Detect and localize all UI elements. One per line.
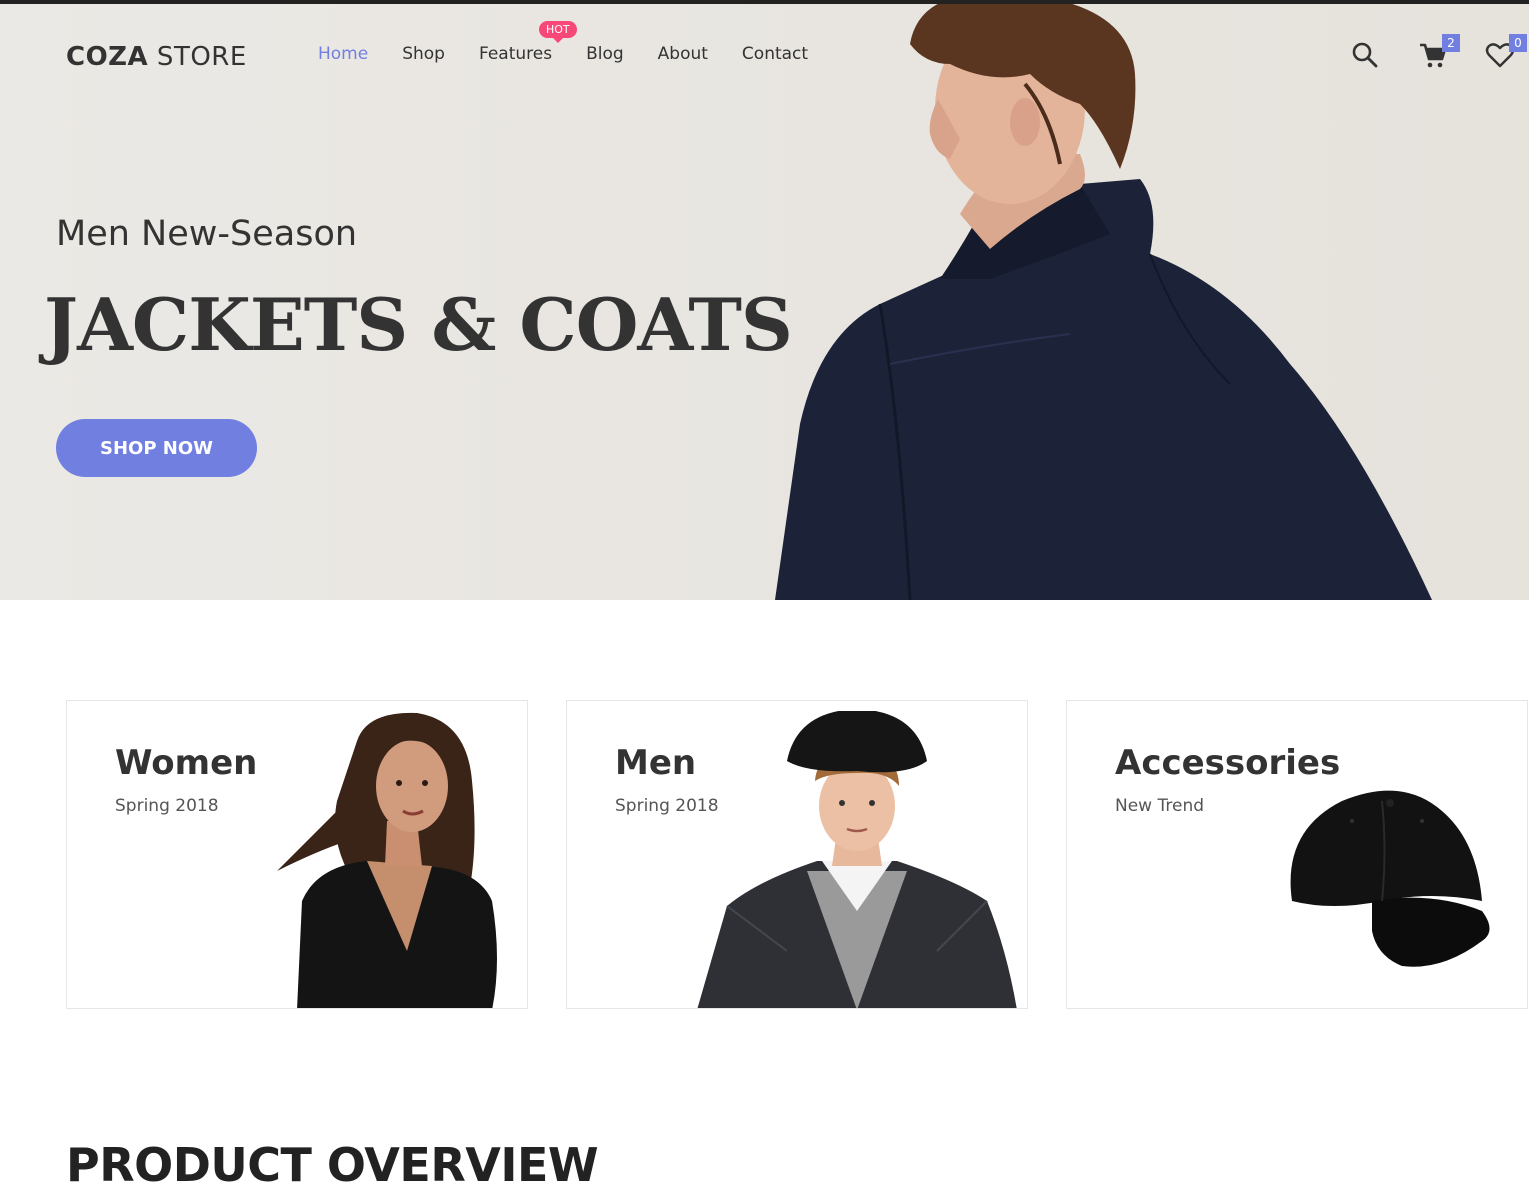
cap-image [1290, 790, 1490, 967]
logo-bold-text: COZA [66, 42, 149, 72]
search-icon [1352, 42, 1378, 68]
nav-about[interactable]: About [658, 44, 708, 64]
category-subtitle: New Trend [1115, 796, 1205, 816]
section-title: PRODUCT OVERVIEW [66, 1138, 599, 1192]
nav-home[interactable]: Home [318, 44, 368, 64]
nav-contact[interactable]: Contact [742, 44, 808, 64]
search-button[interactable] [1350, 40, 1384, 74]
hot-badge: HOT [538, 21, 577, 43]
category-card-men[interactable]: Men Spring 2018 [566, 700, 1028, 1009]
nav-blog[interactable]: Blog [586, 44, 624, 64]
wishlist-button[interactable]: 0 [1485, 34, 1527, 74]
cart-button[interactable]: 2 [1418, 34, 1460, 74]
nav-shop[interactable]: Shop [402, 44, 445, 64]
nav-features-label: Features [478, 44, 553, 64]
nav-shop-label: Shop [402, 44, 445, 64]
nav-contact-label: Contact [741, 44, 809, 64]
category-title: Accessories [1115, 743, 1341, 783]
nav-blog-label: Blog [586, 44, 624, 64]
hero-subtitle: Men New-Season [56, 214, 358, 254]
women-model-image [277, 712, 497, 1008]
category-subtitle: Spring 2018 [115, 796, 219, 816]
site-header: COZA STORE Home Shop Features HOT Blog A… [0, 4, 1529, 104]
category-title: Women [115, 743, 258, 783]
main-nav: Home Shop Features HOT Blog About Contac… [318, 21, 842, 64]
men-model-image [697, 711, 1017, 1008]
category-title: Men [615, 743, 697, 783]
cart-count-badge: 2 [1442, 34, 1460, 52]
shop-now-button[interactable]: SHOP NOW [56, 419, 257, 477]
category-card-accessories[interactable]: Accessories New Trend [1066, 700, 1528, 1009]
nav-home-label: Home [318, 44, 369, 64]
logo-light-text: STORE [148, 42, 247, 72]
nav-features[interactable]: Features HOT [478, 21, 577, 64]
hero-title: JACKETS & COATS [44, 282, 793, 367]
category-subtitle: Spring 2018 [615, 796, 719, 816]
nav-about-label: About [657, 44, 708, 64]
store-logo[interactable]: COZA STORE [66, 42, 247, 72]
category-card-women[interactable]: Women Spring 2018 [66, 700, 528, 1009]
wishlist-count-badge: 0 [1509, 34, 1527, 52]
